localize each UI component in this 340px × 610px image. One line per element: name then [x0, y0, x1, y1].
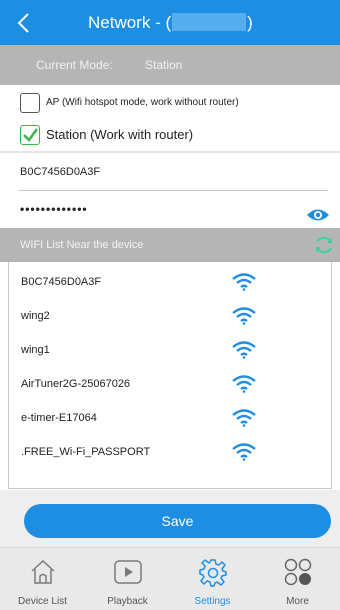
checkmark-icon — [23, 127, 39, 142]
page-title: Network - () — [88, 0, 253, 45]
tab-label: Device List — [18, 596, 67, 607]
current-mode-label: Current Mode: — [36, 58, 113, 72]
show-password-eye-icon[interactable] — [306, 208, 330, 222]
wifi-network-name: .FREE_Wi-Fi_PASSPORT — [21, 446, 151, 458]
tab-label: Playback — [107, 596, 148, 607]
ap-mode-option[interactable]: AP (Wifi hotspot mode, work without rout… — [0, 86, 340, 119]
save-button[interactable]: Save — [24, 504, 331, 538]
current-mode-value: Station — [145, 58, 183, 72]
tab-device-list[interactable]: Device List — [0, 548, 85, 610]
wifi-signal-icon — [232, 443, 256, 461]
wifi-list-title: WIFI List Near the device — [20, 239, 144, 251]
ssid-field[interactable]: B0C7456D0A3F — [0, 153, 340, 191]
station-mode-option[interactable]: Station (Work with router) — [0, 118, 340, 151]
top-nav-bar: Network - () — [0, 0, 340, 45]
tab-label: More — [286, 596, 309, 607]
tab-settings[interactable]: Settings — [170, 548, 255, 610]
play-icon — [114, 560, 142, 584]
password-field[interactable]: ••••••••••••• — [0, 192, 340, 230]
tab-label: Settings — [194, 596, 231, 607]
ssid-underline — [18, 190, 328, 191]
wifi-signal-icon — [232, 375, 256, 393]
wifi-row[interactable]: .FREE_Wi-Fi_PASSPORT — [9, 434, 333, 468]
wifi-row[interactable]: wing2 — [9, 298, 333, 332]
page-title-prefix: Network - ( — [88, 13, 172, 32]
back-arrow-icon[interactable] — [14, 12, 36, 34]
current-mode-bar: Current Mode: Station — [0, 45, 340, 85]
gear-icon — [199, 559, 227, 587]
wifi-signal-icon — [232, 273, 256, 291]
wifi-network-name: e-timer-E17064 — [21, 412, 97, 424]
wifi-signal-icon — [232, 409, 256, 427]
wifi-signal-icon — [232, 341, 256, 359]
redacted-device-name — [172, 13, 247, 31]
bottom-tab-bar: Device List Playback Settings More — [0, 547, 340, 610]
page-title-suffix: ) — [247, 13, 253, 32]
refresh-icon[interactable] — [313, 234, 335, 256]
wifi-row[interactable]: B0C7456D0A3F — [9, 264, 333, 298]
wifi-row[interactable]: e-timer-E17064 — [9, 400, 333, 434]
ap-mode-checkbox[interactable] — [20, 92, 40, 113]
home-icon — [31, 559, 55, 584]
station-mode-checkbox[interactable] — [20, 124, 40, 145]
wifi-network-list: B0C7456D0A3F wing2 wing1 AirTuner2G-2506… — [8, 262, 332, 489]
password-value: ••••••••••••• — [20, 202, 88, 216]
station-mode-label: Station (Work with router) — [46, 127, 194, 142]
wifi-network-name: AirTuner2G-25067026 — [21, 378, 131, 390]
ssid-value: B0C7456D0A3F — [20, 166, 101, 178]
wifi-row[interactable]: AirTuner2G-25067026 — [9, 366, 333, 400]
ap-mode-label: AP (Wifi hotspot mode, work without rout… — [46, 97, 239, 108]
wifi-row[interactable]: wing1 — [9, 332, 333, 366]
wifi-network-name: B0C7456D0A3F — [21, 276, 102, 288]
wifi-list-header: WIFI List Near the device — [0, 228, 340, 262]
more-icon — [284, 558, 312, 586]
wifi-signal-icon — [232, 307, 256, 325]
wifi-network-name: wing1 — [21, 344, 50, 356]
tab-playback[interactable]: Playback — [85, 548, 170, 610]
tab-more[interactable]: More — [255, 548, 340, 610]
wifi-network-name: wing2 — [21, 310, 50, 322]
